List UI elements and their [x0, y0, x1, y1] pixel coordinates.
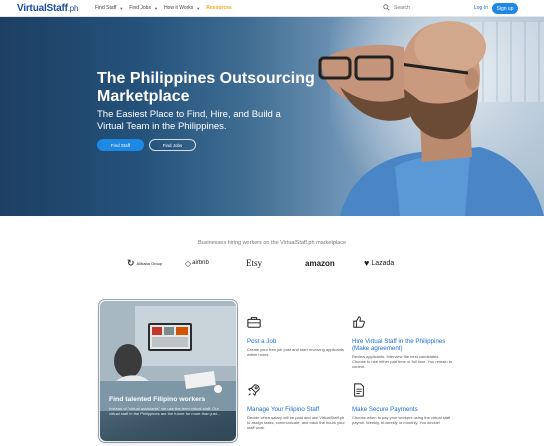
feature-title: Make Secure Payments	[352, 406, 418, 413]
brand-logo-etsy: Etsy	[246, 256, 262, 270]
nav-item-how-it-works[interactable]: How it Works ▼	[164, 5, 200, 11]
find-jobs-button[interactable]: Find Jobs	[149, 139, 196, 151]
feature-desc: Decide when salary will be paid and use …	[247, 415, 345, 430]
chevron-down-icon: ▼	[153, 5, 158, 11]
main-menu: Find Staff ▼ Find Jobs ▼ How it Works ▼ Res…	[95, 5, 238, 11]
briefcase-icon	[247, 317, 261, 328]
feature-title: Manage Your Filipino Staff	[247, 406, 320, 413]
hero-banner: The Philippines Outsourcing Marketplace …	[0, 17, 544, 216]
feature-title: Post a Job	[247, 338, 277, 345]
hero-title: The Philippines Outsourcing Marketplace	[97, 70, 315, 105]
document-icon	[354, 383, 364, 397]
logo[interactable]: VirtualStaff.ph	[17, 3, 78, 14]
feature-title: Hire Virtual Staff in the Philippines (M…	[352, 338, 446, 352]
feature-card-desc: Instead of "virtual assistants" we use t…	[109, 406, 221, 416]
brand-logo-lazada: ♥ Lazada	[364, 256, 394, 270]
login-link[interactable]: Log In	[474, 5, 488, 11]
search-icon[interactable]	[383, 4, 390, 11]
alibaba-icon: ↻	[127, 257, 135, 268]
chevron-down-icon: ▼	[119, 5, 124, 11]
lazada-heart-icon: ♥	[364, 258, 370, 268]
nav-item-label: Resources	[206, 5, 232, 11]
brand-name: Lazada	[371, 259, 395, 267]
nav-item-label: Find Jobs	[129, 5, 151, 11]
feature-desc: Review applicants. Interview the best ca…	[352, 354, 452, 369]
feature-manage-staff: Manage Your Filipino Staff Decide when s…	[247, 383, 347, 430]
search-input[interactable]	[394, 3, 460, 13]
nav-item-label: Find Staff	[95, 5, 117, 11]
feature-desc: Choose when to pay your workers using th…	[352, 415, 451, 425]
top-nav: VirtualStaff.ph Find Staff ▼ Find Jobs ▼ H…	[0, 0, 544, 17]
feature-secure-payments: Make Secure Payments Choose when to pay …	[352, 383, 452, 425]
rocket-icon	[247, 384, 260, 397]
logo-suffix: .ph	[67, 4, 79, 13]
nav-item-find-staff[interactable]: Find Staff ▼	[95, 5, 123, 11]
find-staff-button[interactable]: Find Staff	[97, 139, 144, 151]
feature-post-job: Post a Job Create your free job post and…	[247, 315, 347, 357]
signup-button[interactable]: Sign up	[492, 3, 518, 14]
feature-card-title: Find talented Filipino workers	[109, 396, 206, 403]
hero-subtitle: The Easiest Place to Find, Hire, and Bui…	[97, 109, 281, 132]
thumbs-up-icon	[353, 316, 365, 328]
nav-item-resources[interactable]: Resources	[206, 5, 232, 11]
brand-logo-amazon: amazon	[305, 256, 335, 270]
airbnb-icon: ◇	[185, 258, 192, 268]
nav-item-find-jobs[interactable]: Find Jobs ▼	[129, 5, 158, 11]
nav-item-label: How it Works	[163, 5, 194, 11]
brand-name: amazon	[305, 258, 335, 268]
chevron-down-icon: ▼	[196, 5, 201, 11]
feature-hire-staff: Hire Virtual Staff in the Philippines (M…	[352, 315, 452, 369]
brand-logo-airbnb: ◇ airbnb	[185, 256, 209, 270]
feature-card[interactable]	[100, 301, 236, 441]
hero-man-photo	[318, 21, 544, 216]
brands-title: Businesses hiring workers on the Virtual…	[197, 240, 347, 246]
brand-name: Etsy	[246, 258, 263, 268]
workspace-photo	[100, 301, 236, 411]
logo-text: VirtualStaff	[17, 3, 68, 14]
brand-logo-alibaba: ↻ Alibaba Group	[127, 256, 162, 270]
feature-desc: Create your free job post and start rece…	[247, 347, 344, 357]
brand-name: airbnb	[192, 260, 209, 266]
brand-name: Alibaba Group	[136, 260, 163, 266]
